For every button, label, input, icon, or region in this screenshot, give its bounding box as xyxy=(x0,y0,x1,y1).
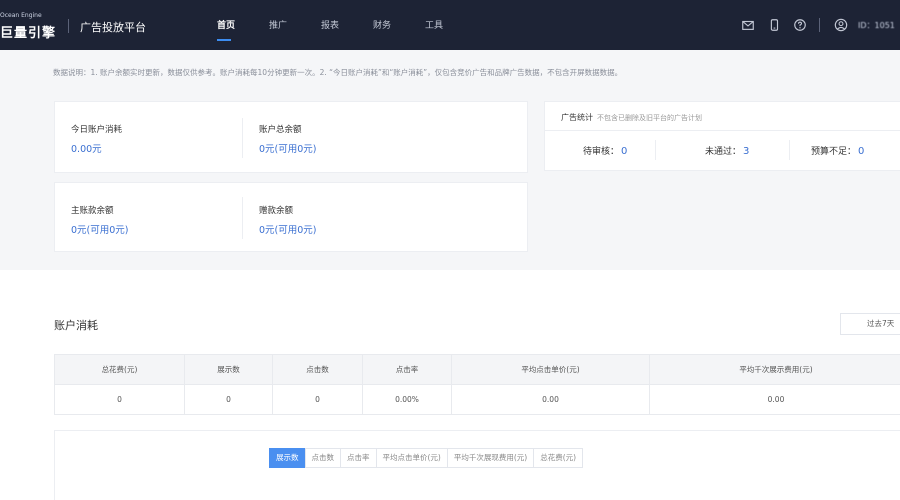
ad-stat-rejected-value: 3 xyxy=(743,146,750,157)
tab-avg-cpc[interactable]: 平均点击单价(元) xyxy=(375,448,448,468)
ad-stats-title: 广告统计 xyxy=(561,113,593,122)
tab-impressions[interactable]: 展示数 xyxy=(269,448,306,468)
main-balance-label: 主账款余额 xyxy=(71,206,114,216)
grant-balance-metric: 赠款余额 0元(可用0元) xyxy=(259,204,317,236)
table-cell: 0.00% xyxy=(362,384,452,415)
ad-stats-header: 广告统计 不包含已删除及旧平台的广告计划 xyxy=(561,112,702,123)
avatar-icon xyxy=(828,12,854,38)
table-cell: 0 xyxy=(54,384,185,415)
today-cost-label: 今日账户消耗 xyxy=(71,125,123,135)
data-notice: 数据说明：1. 账户余额实时更新，数据仅供参考。账户消耗每10分钟更新一次。2.… xyxy=(53,68,623,77)
header-divider xyxy=(819,18,820,32)
nav-home[interactable]: 首页 xyxy=(200,0,252,50)
trend-chart-area: 展示数 点击数 点击率 平均点击单价(元) 平均千次展现费用(元) 总花费(元) xyxy=(54,430,900,500)
table-cell: 0.00 xyxy=(451,384,650,415)
ad-stat-budget-label: 预算不足： xyxy=(811,147,857,157)
column-header: 总花费(元) xyxy=(54,354,185,385)
column-header: 平均千次展示费用(元) xyxy=(649,354,900,385)
ad-stat-pending-value: 0 xyxy=(621,146,628,157)
ad-stats-card: 广告统计 不包含已删除及旧平台的广告计划 待审核： 0 未通过： 3 预算不足： 0 xyxy=(544,101,900,171)
section-title: 账户消耗 xyxy=(54,319,98,332)
tab-clicks[interactable]: 点击数 xyxy=(304,448,341,468)
column-header: 点击率 xyxy=(362,354,452,385)
ad-stats-sep xyxy=(789,140,790,160)
tab-avg-cpm[interactable]: 平均千次展现费用(元) xyxy=(446,448,535,468)
user-menu[interactable]: ID：1051 xyxy=(828,12,900,38)
account-balance-card: 主账款余额 0元(可用0元) 赠款余额 0元(可用0元) xyxy=(54,182,528,252)
mobile-icon[interactable] xyxy=(761,12,787,38)
logo[interactable]: Ocean Engine 巨量引擎 xyxy=(0,12,60,42)
user-id: ID：1051 xyxy=(858,20,895,30)
table-header-row: 总花费(元) 展示数 点击数 点击率 平均点击单价(元) 平均千次展示费用(元) xyxy=(54,354,900,385)
ad-stat-pending-label: 待审核： xyxy=(583,147,620,157)
tab-total-cost[interactable]: 总花费(元) xyxy=(533,448,584,468)
ad-stat-budget-value: 0 xyxy=(858,146,865,157)
nav-finance[interactable]: 财务 xyxy=(356,0,408,50)
nav-tools[interactable]: 工具 xyxy=(408,0,460,50)
column-header: 点击数 xyxy=(272,354,363,385)
ad-stats-divider xyxy=(545,130,900,131)
account-consumption-panel: 账户消耗 过去7天 总花费(元) 展示数 点击数 点击率 平均点击单价(元) 平… xyxy=(0,270,900,500)
mail-icon[interactable] xyxy=(735,12,761,38)
tab-ctr[interactable]: 点击率 xyxy=(340,448,377,468)
main-balance-metric: 主账款余额 0元(可用0元) xyxy=(71,204,129,236)
card-divider xyxy=(242,197,243,239)
logo-divider xyxy=(68,19,69,33)
grant-balance-value: 0元(可用0元) xyxy=(259,225,317,236)
ad-stat-rejected-label: 未通过： xyxy=(705,147,742,157)
header-actions: ID：1051 xyxy=(735,0,900,50)
logo-subtitle: Ocean Engine xyxy=(0,12,42,19)
platform-name: 广告投放平台 xyxy=(80,21,146,34)
date-range-select[interactable]: 过去7天 xyxy=(840,313,900,335)
column-header: 平均点击单价(元) xyxy=(451,354,650,385)
balance-metric: 账户总余额 0元(可用0元) xyxy=(259,123,317,155)
balance-value: 0元(可用0元) xyxy=(259,144,317,155)
column-header: 展示数 xyxy=(184,354,273,385)
consumption-table: 总花费(元) 展示数 点击数 点击率 平均点击单价(元) 平均千次展示费用(元)… xyxy=(54,354,900,415)
metric-tabs: 展示数 点击数 点击率 平均点击单价(元) 平均千次展现费用(元) 总花费(元) xyxy=(269,448,584,468)
ad-stat-rejected[interactable]: 未通过： 3 xyxy=(705,144,749,157)
main-balance-value: 0元(可用0元) xyxy=(71,225,129,236)
top-navbar: Ocean Engine 巨量引擎 广告投放平台 首页 推广 报表 财务 工具 … xyxy=(0,0,900,50)
table-cell: 0 xyxy=(184,384,273,415)
grant-balance-label: 赠款余额 xyxy=(259,206,294,216)
table-row: 0 0 0 0.00% 0.00 0.00 xyxy=(54,384,900,415)
card-divider xyxy=(242,118,243,158)
ad-stats-sep xyxy=(655,140,656,160)
ad-stat-pending[interactable]: 待审核： 0 xyxy=(583,144,627,157)
nav-promotion[interactable]: 推广 xyxy=(252,0,304,50)
table-cell: 0.00 xyxy=(649,384,900,415)
balance-label: 账户总余额 xyxy=(259,125,302,135)
today-cost-value: 0.00元 xyxy=(71,144,102,155)
ad-stats-subtitle: 不包含已删除及旧平台的广告计划 xyxy=(597,114,702,122)
nav-reports[interactable]: 报表 xyxy=(304,0,356,50)
today-cost-metric: 今日账户消耗 0.00元 xyxy=(71,123,122,155)
account-cost-card: 今日账户消耗 0.00元 账户总余额 0元(可用0元) xyxy=(54,101,528,173)
help-icon[interactable] xyxy=(787,12,813,38)
ad-stat-budget[interactable]: 预算不足： 0 xyxy=(811,144,864,157)
logo-title: 巨量引擎 xyxy=(0,26,57,41)
table-cell: 0 xyxy=(272,384,363,415)
main-nav: 首页 推广 报表 财务 工具 xyxy=(200,0,460,50)
